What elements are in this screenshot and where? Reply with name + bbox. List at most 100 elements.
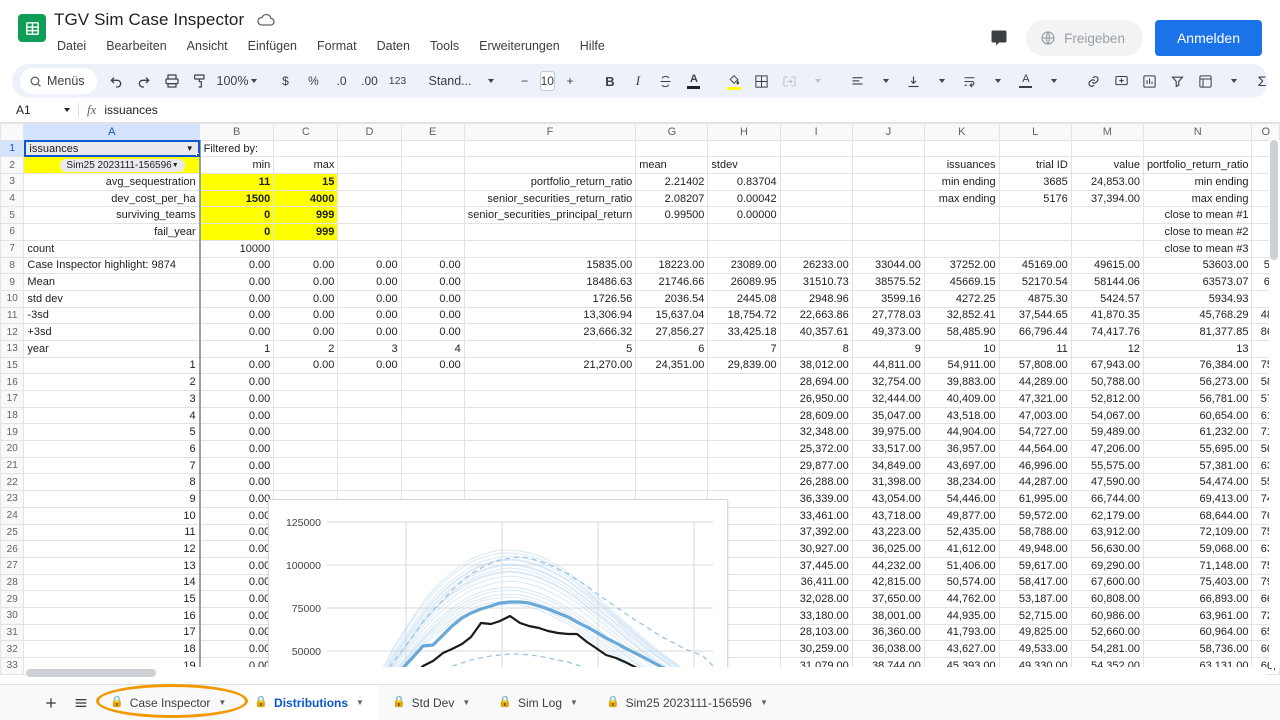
row-header-22[interactable]: 22 [0,473,25,492]
cell-i6[interactable] [779,223,853,241]
cell-l3[interactable]: 3685 [998,173,1072,191]
cell-j16[interactable]: 32,754.00 [851,373,925,391]
cell-m6[interactable] [1070,223,1144,241]
cell-m13[interactable]: 12 [1070,339,1144,358]
cell-d16[interactable] [337,373,402,391]
cell-j4[interactable] [851,189,925,208]
chevron-down-icon[interactable]: ▼ [760,698,768,707]
cell-l6[interactable] [998,223,1072,241]
cell-b13[interactable]: 1 [199,339,275,358]
cell-i20[interactable]: 25,372.00 [779,440,853,458]
cell-b15[interactable]: 0.00 [199,356,275,375]
menu-einfuegen[interactable]: Einfügen [245,38,300,54]
cell-g11[interactable]: 15,637.04 [635,306,709,325]
cell-d6[interactable] [337,223,402,241]
cell-n9[interactable]: 63573.07 [1142,273,1253,291]
cell-a28[interactable]: 14 [23,573,201,592]
cell-a19[interactable]: 5 [23,423,201,442]
cell-b27[interactable]: 0.00 [199,556,275,575]
cell-c22[interactable] [273,473,339,492]
cell-e9[interactable]: 0.00 [400,273,465,291]
cell-j21[interactable]: 34,849.00 [851,456,925,475]
cell-d12[interactable]: 0.00 [337,323,402,341]
rotation-caret[interactable] [1041,68,1067,94]
cell-a24[interactable]: 10 [23,506,201,525]
cell-n25[interactable]: 72,109.00 [1142,523,1253,542]
cell-i29[interactable]: 32,028.00 [779,590,853,608]
menu-daten[interactable]: Daten [374,38,413,54]
horizontal-align-icon[interactable] [845,68,871,94]
cell-a32[interactable]: 18 [23,640,201,658]
text-rotation-icon[interactable]: A [1013,68,1039,94]
chevron-down-icon[interactable]: ▼ [570,698,578,707]
cell-a26[interactable]: 12 [23,540,201,558]
cell-f2[interactable] [463,156,637,175]
cell-c6[interactable]: 999 [273,223,339,241]
cell-k30[interactable]: 44,935.00 [923,606,1000,625]
cell-i17[interactable]: 26,950.00 [779,390,853,408]
cell-k24[interactable]: 49,877.00 [923,506,1000,525]
cell-e3[interactable] [400,173,465,191]
cell-b10[interactable]: 0.00 [199,289,275,308]
cell-j29[interactable]: 37,650.00 [851,590,925,608]
cell-k10[interactable]: 4272.25 [923,289,1000,308]
cell-a29[interactable]: 15 [23,590,201,608]
cell-a10[interactable]: std dev [23,289,201,308]
cell-l30[interactable]: 52,715.00 [998,606,1072,625]
cell-e4[interactable] [400,189,465,208]
cell-n2[interactable]: portfolio_return_ratio [1142,156,1253,175]
cell-j2[interactable] [851,156,925,175]
cell-n18[interactable]: 60,654.00 [1142,406,1253,425]
cell-b12[interactable]: 0.00 [199,323,275,341]
cell-i23[interactable]: 36,339.00 [779,490,853,508]
cell-h4[interactable]: 0.00042 [707,189,781,208]
cell-j31[interactable]: 36,360.00 [851,623,925,642]
cell-l5[interactable] [998,206,1072,225]
cell-e22[interactable] [400,473,465,492]
cell-i28[interactable]: 36,411.00 [779,573,853,592]
cell-j8[interactable]: 33044.00 [851,256,925,275]
cell-j11[interactable]: 27,778.03 [851,306,925,325]
cell-a11[interactable]: -3sd [23,306,201,325]
cell-c19[interactable] [273,423,339,442]
sheet-tab-distributions[interactable]: 🔒 Distributions ▼ [240,684,378,720]
cell-l21[interactable]: 46,996.00 [998,456,1072,475]
row-header-25[interactable]: 25 [0,523,25,542]
cell-b7[interactable]: 10000 [199,239,275,258]
cell-h21[interactable] [707,456,781,475]
cell-d22[interactable] [337,473,402,492]
cell-g21[interactable] [635,456,709,475]
row-header-4[interactable]: 4 [0,189,25,208]
cell-f16[interactable] [463,373,637,391]
cell-d3[interactable] [337,173,402,191]
cell-j1[interactable] [851,139,925,158]
cell-m21[interactable]: 55,575.00 [1070,456,1144,475]
cell-a7[interactable]: count [23,239,201,258]
cell-h18[interactable] [707,406,781,425]
row-header-13[interactable]: 13 [0,339,25,358]
cell-c8[interactable]: 0.00 [273,256,339,275]
row-header-15[interactable]: 15 [0,356,25,375]
cell-d11[interactable]: 0.00 [337,306,402,325]
column-header-b[interactable]: B [199,123,275,141]
column-header-i[interactable]: I [779,123,853,141]
cell-f17[interactable] [463,390,637,408]
cell-k6[interactable] [923,223,1000,241]
cell-j7[interactable] [851,239,925,258]
cell-a27[interactable]: 13 [23,556,201,575]
cell-g16[interactable] [635,373,709,391]
cell-j27[interactable]: 44,232.00 [851,556,925,575]
cell-l31[interactable]: 49,825.00 [998,623,1072,642]
cell-h10[interactable]: 2445.08 [707,289,781,308]
decrease-font-size-button[interactable]: − [512,68,538,94]
cell-l32[interactable]: 49,533.00 [998,640,1072,658]
cell-k15[interactable]: 54,911.00 [923,356,1000,375]
cell-f15[interactable]: 21,270.00 [463,356,637,375]
cell-c18[interactable] [273,406,339,425]
cell-b30[interactable]: 0.00 [199,606,275,625]
cell-e7[interactable] [400,239,465,258]
cell-m2[interactable]: value [1070,156,1144,175]
cell-l4[interactable]: 5176 [998,189,1072,208]
cell-j32[interactable]: 36,038.00 [851,640,925,658]
cell-f18[interactable] [463,406,637,425]
